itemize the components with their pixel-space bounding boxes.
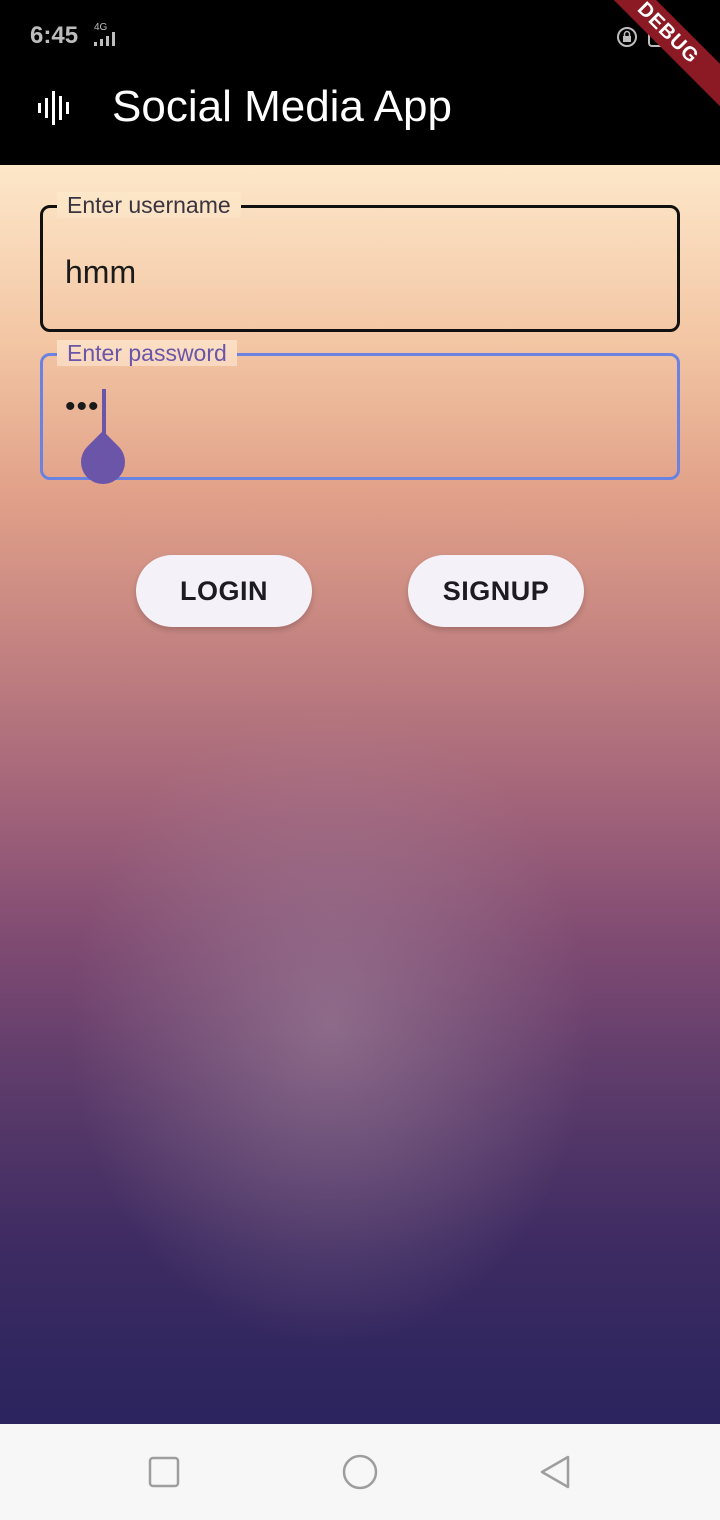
username-field[interactable]: Enter username hmm bbox=[40, 192, 680, 332]
circle-icon[interactable] bbox=[342, 1454, 378, 1490]
password-input-value[interactable]: ••• bbox=[65, 390, 100, 424]
login-button[interactable]: LOGIN bbox=[136, 555, 312, 627]
password-field[interactable]: Enter password ••• bbox=[40, 340, 680, 494]
square-icon[interactable] bbox=[146, 1454, 182, 1490]
page-title: Social Media App bbox=[112, 82, 452, 131]
system-nav-bar bbox=[0, 1424, 720, 1520]
signal-icon: 4G bbox=[90, 22, 120, 48]
cursor-handle[interactable] bbox=[71, 430, 135, 494]
triangle-back-icon[interactable] bbox=[538, 1454, 574, 1490]
signup-button[interactable]: SIGNUP bbox=[408, 555, 584, 627]
username-input-value[interactable]: hmm bbox=[65, 254, 136, 291]
status-time: 6:45 bbox=[30, 22, 79, 49]
login-screen: Enter username hmm Enter password ••• LO… bbox=[0, 165, 720, 1424]
username-label: Enter username bbox=[57, 192, 241, 218]
app-bar: Social Media App bbox=[0, 72, 720, 165]
rotation-lock-icon bbox=[617, 27, 637, 47]
audio-waveform-icon bbox=[38, 91, 69, 125]
password-label: Enter password bbox=[57, 340, 237, 366]
status-bar: 6:45 4G bbox=[0, 0, 720, 72]
